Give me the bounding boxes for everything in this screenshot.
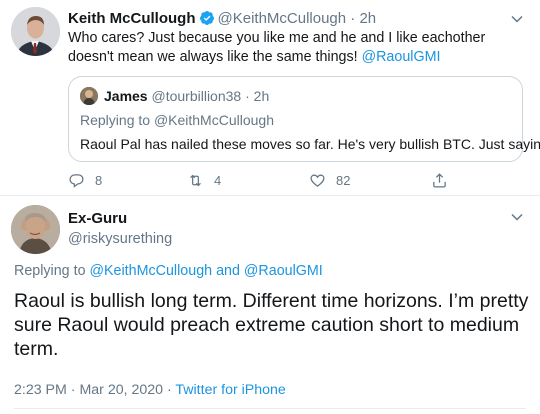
replying-to: Replying to @KeithMcCullough and @RaoulG… (14, 262, 323, 280)
quoted-tweet[interactable]: James @tourbillion38 · 2h Replying to @K… (68, 76, 540, 162)
quoted-author-avatar (80, 87, 98, 105)
reply-header: Ex-Guru @riskysurething (68, 210, 172, 248)
reply-button[interactable]: 8 (68, 170, 102, 190)
quoted-author-name: James (104, 88, 148, 104)
share-icon (433, 172, 446, 188)
author-name[interactable]: Keith McCullough (68, 10, 196, 27)
chevron-down-icon[interactable] (510, 210, 524, 224)
reply-text: Raoul is bullish long term. Different ti… (14, 290, 529, 360)
quoted-author-handle: @tourbillion38 (151, 88, 242, 104)
quoted-header: James @tourbillion38 · 2h (104, 88, 269, 105)
quoted-replying-prefix: Replying to (80, 112, 154, 128)
quoted-separator: · (245, 88, 250, 104)
quoted-time: 2h (253, 88, 270, 104)
reply-author-handle[interactable]: @riskysurething (68, 230, 172, 248)
like-count: 82 (336, 172, 351, 188)
meta-separator: · (163, 382, 176, 398)
reply-author-name[interactable]: Ex-Guru (68, 210, 172, 228)
tweet[interactable]: Keith McCullough @KeithMcCullough · 2h Wh… (0, 0, 540, 196)
retweet-icon (190, 174, 201, 186)
tweet-source-link[interactable]: Twitter for iPhone (175, 382, 285, 398)
author-handle[interactable]: @KeithMcCullough (218, 10, 347, 27)
replying-to-link-2[interactable]: @RaoulGMI (244, 263, 323, 279)
tweet-timestamp[interactable]: 2:23 PM · Mar 20, 2020 (14, 382, 163, 398)
retweet-count: 4 (214, 172, 222, 188)
retweet-button[interactable]: 4 (187, 170, 221, 190)
like-icon (310, 174, 325, 187)
quoted-text: Raoul Pal has nailed these moves so far.… (80, 136, 540, 152)
like-button[interactable]: 82 (309, 170, 350, 190)
header-separator: · (350, 10, 356, 27)
tweet-metadata: 2:23 PM · Mar 20, 2020 · Twitter for iPh… (14, 381, 286, 399)
replying-prefix: Replying to (14, 263, 90, 279)
chevron-down-icon[interactable] (510, 12, 524, 26)
reply-count: 8 (95, 172, 103, 188)
replying-to-link-1[interactable]: @KeithMcCullough (90, 263, 213, 279)
share-button[interactable] (431, 170, 458, 190)
replying-and: and (212, 263, 244, 279)
quoted-replying-to: Replying to @KeithMcCullough (80, 112, 274, 129)
verified-badge-icon (199, 10, 215, 31)
divider (14, 408, 526, 409)
mention-link[interactable]: @RaoulGMI (362, 49, 441, 65)
tweet-text: Who cares? Just because you like me and … (68, 29, 518, 67)
reply-icon (69, 173, 84, 188)
author-avatar[interactable] (11, 7, 60, 56)
action-bar: 8 4 82 (68, 170, 508, 190)
reply-author-avatar[interactable] (11, 205, 60, 254)
tweet-header: Keith McCullough @KeithMcCullough · 2h (68, 10, 376, 31)
quoted-replying-handle: @KeithMcCullough (153, 112, 274, 128)
tweet-time[interactable]: 2h (359, 10, 376, 27)
